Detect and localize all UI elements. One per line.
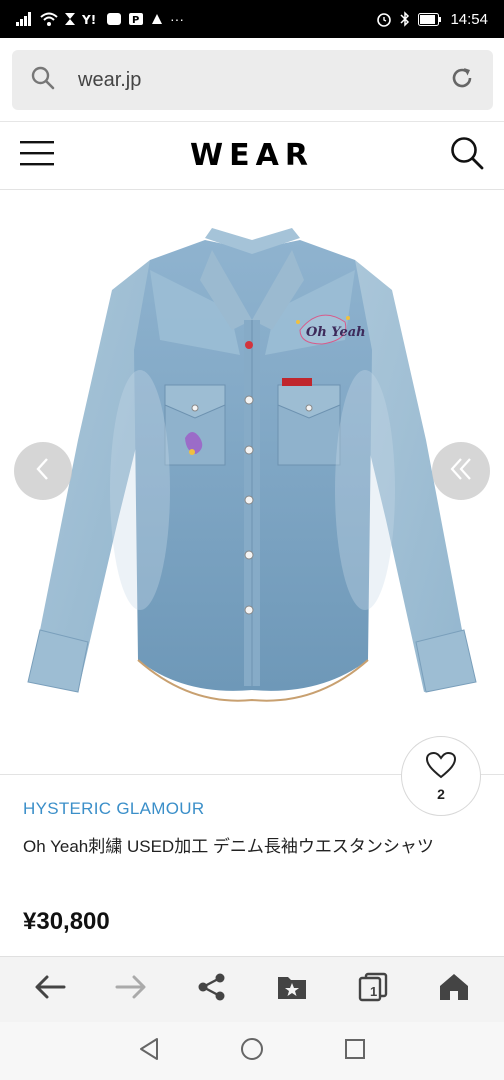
battery-icon (418, 12, 442, 26)
site-logo[interactable]: WEAR (190, 138, 314, 173)
embroidery-text: Oh Yeah (306, 325, 366, 340)
search-icon (30, 65, 56, 96)
hourglass-icon (64, 12, 76, 26)
browser-toolbar: 1 (0, 956, 504, 1022)
clock: 14:54 (450, 10, 488, 28)
bookmark-folder-icon (276, 973, 308, 1006)
nav-recents-icon[interactable] (344, 1038, 366, 1065)
reload-icon[interactable] (449, 65, 475, 96)
nav-back-icon[interactable] (138, 1037, 160, 1066)
tabs-button[interactable]: 1 (343, 960, 403, 1020)
url-text[interactable]: wear.jp (78, 69, 449, 92)
svg-text:P: P (132, 15, 139, 26)
arrow-right-icon (115, 974, 147, 1005)
product-photo: Oh Yeah (27, 228, 477, 702)
nav-home-icon[interactable] (240, 1037, 264, 1066)
more-notifications: ··· (170, 11, 184, 27)
wifi-icon (40, 12, 58, 26)
hamburger-menu-icon[interactable] (20, 139, 54, 172)
app-icon (106, 12, 122, 26)
heart-icon (425, 751, 457, 784)
double-chevron-left-icon (447, 455, 475, 488)
signal-icon (16, 12, 34, 26)
site-header: WEAR (0, 122, 504, 190)
svg-text:Y!: Y! (82, 13, 96, 26)
bluetooth-icon (400, 11, 410, 27)
system-nav-bar (0, 1022, 504, 1080)
product-image-carousel[interactable]: Oh Yeah (0, 190, 504, 774)
favorite-button[interactable]: 2 (401, 736, 481, 816)
product-name: Oh Yeah刺繍 USED加工 デニム長袖ウエスタンシャツ (23, 837, 434, 856)
status-bar: Y! P ··· 14:54 (0, 0, 504, 38)
back-button[interactable] (20, 960, 80, 1020)
yahoo-icon: Y! (82, 12, 100, 26)
alarm-icon (376, 11, 392, 27)
carousel-next-button[interactable] (432, 442, 490, 500)
notification-icon (150, 12, 164, 26)
share-icon (197, 972, 227, 1007)
site-search-icon[interactable] (450, 136, 484, 175)
browser-address-area: wear.jp (0, 38, 504, 122)
home-button[interactable] (424, 960, 484, 1020)
home-icon (438, 972, 470, 1007)
favorite-count: 2 (437, 785, 445, 802)
tab-count: 1 (369, 983, 378, 999)
carousel-prev-button[interactable] (14, 442, 72, 500)
chevron-left-icon (33, 455, 53, 488)
product-price: ¥30,800 (23, 908, 110, 935)
paypay-icon: P (128, 12, 144, 26)
brand-link[interactable]: HYSTERIC GLAMOUR (23, 799, 204, 819)
share-button[interactable] (182, 960, 242, 1020)
arrow-left-icon (34, 974, 66, 1005)
address-bar[interactable]: wear.jp (12, 50, 493, 110)
forward-button[interactable] (101, 960, 161, 1020)
bookmarks-button[interactable] (262, 960, 322, 1020)
